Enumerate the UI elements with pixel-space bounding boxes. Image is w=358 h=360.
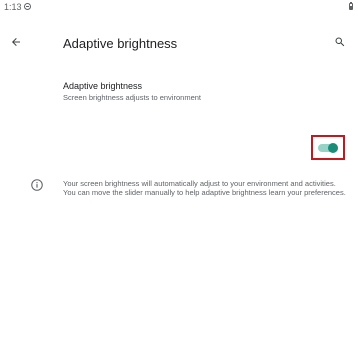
app-bar: Adaptive brightness <box>0 28 358 58</box>
search-button[interactable] <box>328 30 352 54</box>
setting-summary: Screen brightness adjusts to environment <box>63 93 201 102</box>
adaptive-brightness-setting-row[interactable]: Adaptive brightness Screen brightness ad… <box>0 74 358 132</box>
do-not-disturb-icon <box>24 3 31 10</box>
setting-title: Adaptive brightness <box>63 81 143 91</box>
info-icon <box>31 179 43 191</box>
adaptive-brightness-screen: 1:13 Adaptive brightness Adaptive bright… <box>0 0 358 360</box>
search-icon <box>335 37 345 47</box>
status-bar: 1:13 <box>0 0 358 14</box>
battery-icon <box>349 2 353 10</box>
info-description: Your screen brightness will automaticall… <box>63 179 346 197</box>
adaptive-brightness-toggle[interactable] <box>316 140 340 155</box>
page-title: Adaptive brightness <box>63 36 178 51</box>
arrow-back-icon <box>12 38 20 46</box>
status-time: 1:13 <box>4 2 22 12</box>
back-button[interactable] <box>4 30 28 54</box>
toggle-thumb <box>328 143 338 153</box>
